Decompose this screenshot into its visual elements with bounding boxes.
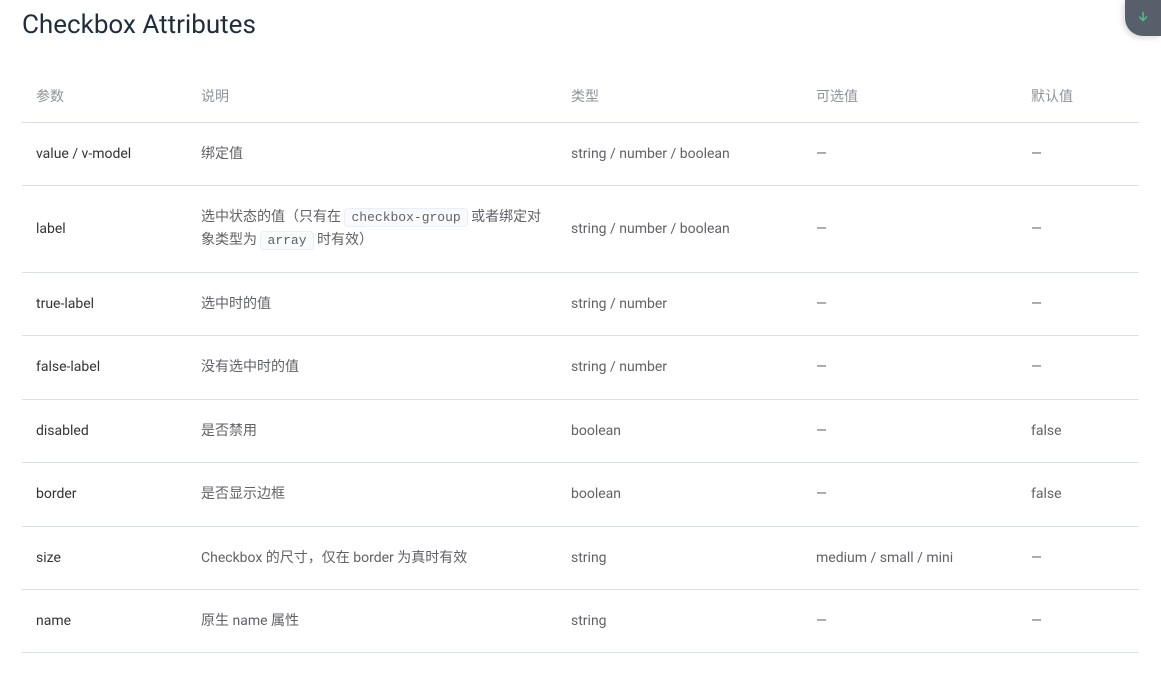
cell-default: — [1017, 272, 1139, 335]
cell-default: — [1017, 186, 1139, 273]
cell-type: boolean [557, 399, 802, 462]
cell-param: label [22, 186, 187, 273]
cell-accepted: — [802, 589, 1017, 652]
cell-param: size [22, 526, 187, 589]
table-row: name原生 name 属性string—— [22, 589, 1139, 652]
cell-default: — [1017, 526, 1139, 589]
cell-accepted: — [802, 399, 1017, 462]
cell-type: string / number [557, 272, 802, 335]
cell-param: false-label [22, 336, 187, 399]
table-row: label选中状态的值（只有在 checkbox-group 或者绑定对象类型为… [22, 186, 1139, 273]
cell-default: — [1017, 123, 1139, 186]
table-header-row: 参数 说明 类型 可选值 默认值 [22, 70, 1139, 123]
header-type: 类型 [557, 70, 802, 123]
cell-param: value / v-model [22, 123, 187, 186]
cell-type: string / number / boolean [557, 186, 802, 273]
cell-type: boolean [557, 463, 802, 526]
cell-accepted: — [802, 123, 1017, 186]
cell-accepted: medium / small / mini [802, 526, 1017, 589]
table-row: false-label没有选中时的值string / number—— [22, 336, 1139, 399]
cell-default: — [1017, 336, 1139, 399]
cell-desc: Checkbox 的尺寸，仅在 border 为真时有效 [187, 526, 557, 589]
cell-type: string [557, 526, 802, 589]
table-row: border是否显示边框boolean—false [22, 463, 1139, 526]
inline-code: array [260, 231, 313, 250]
table-row: value / v-model绑定值string / number / bool… [22, 123, 1139, 186]
cell-desc: 是否显示边框 [187, 463, 557, 526]
inline-code: checkbox-group [344, 208, 467, 227]
attributes-table: 参数 说明 类型 可选值 默认值 value / v-model绑定值strin… [22, 70, 1139, 653]
cell-param: true-label [22, 272, 187, 335]
cell-desc: 选中时的值 [187, 272, 557, 335]
header-param: 参数 [22, 70, 187, 123]
table-row: disabled是否禁用boolean—false [22, 399, 1139, 462]
cell-accepted: — [802, 272, 1017, 335]
table-row: true-label选中时的值string / number—— [22, 272, 1139, 335]
cell-default: false [1017, 463, 1139, 526]
cell-param: border [22, 463, 187, 526]
cell-desc: 是否禁用 [187, 399, 557, 462]
header-default: 默认值 [1017, 70, 1139, 123]
cell-param: name [22, 589, 187, 652]
page-title: Checkbox Attributes [22, 10, 1139, 40]
cell-type: string / number [557, 336, 802, 399]
header-desc: 说明 [187, 70, 557, 123]
cell-desc: 没有选中时的值 [187, 336, 557, 399]
download-icon [1136, 9, 1150, 28]
table-row: sizeCheckbox 的尺寸，仅在 border 为真时有效stringme… [22, 526, 1139, 589]
cell-default: — [1017, 589, 1139, 652]
cell-desc: 绑定值 [187, 123, 557, 186]
cell-param: disabled [22, 399, 187, 462]
download-badge[interactable] [1125, 0, 1161, 36]
cell-type: string / number / boolean [557, 123, 802, 186]
cell-accepted: — [802, 336, 1017, 399]
cell-default: false [1017, 399, 1139, 462]
cell-accepted: — [802, 186, 1017, 273]
header-accepted: 可选值 [802, 70, 1017, 123]
cell-desc: 原生 name 属性 [187, 589, 557, 652]
cell-type: string [557, 589, 802, 652]
cell-accepted: — [802, 463, 1017, 526]
cell-desc: 选中状态的值（只有在 checkbox-group 或者绑定对象类型为 arra… [187, 186, 557, 273]
